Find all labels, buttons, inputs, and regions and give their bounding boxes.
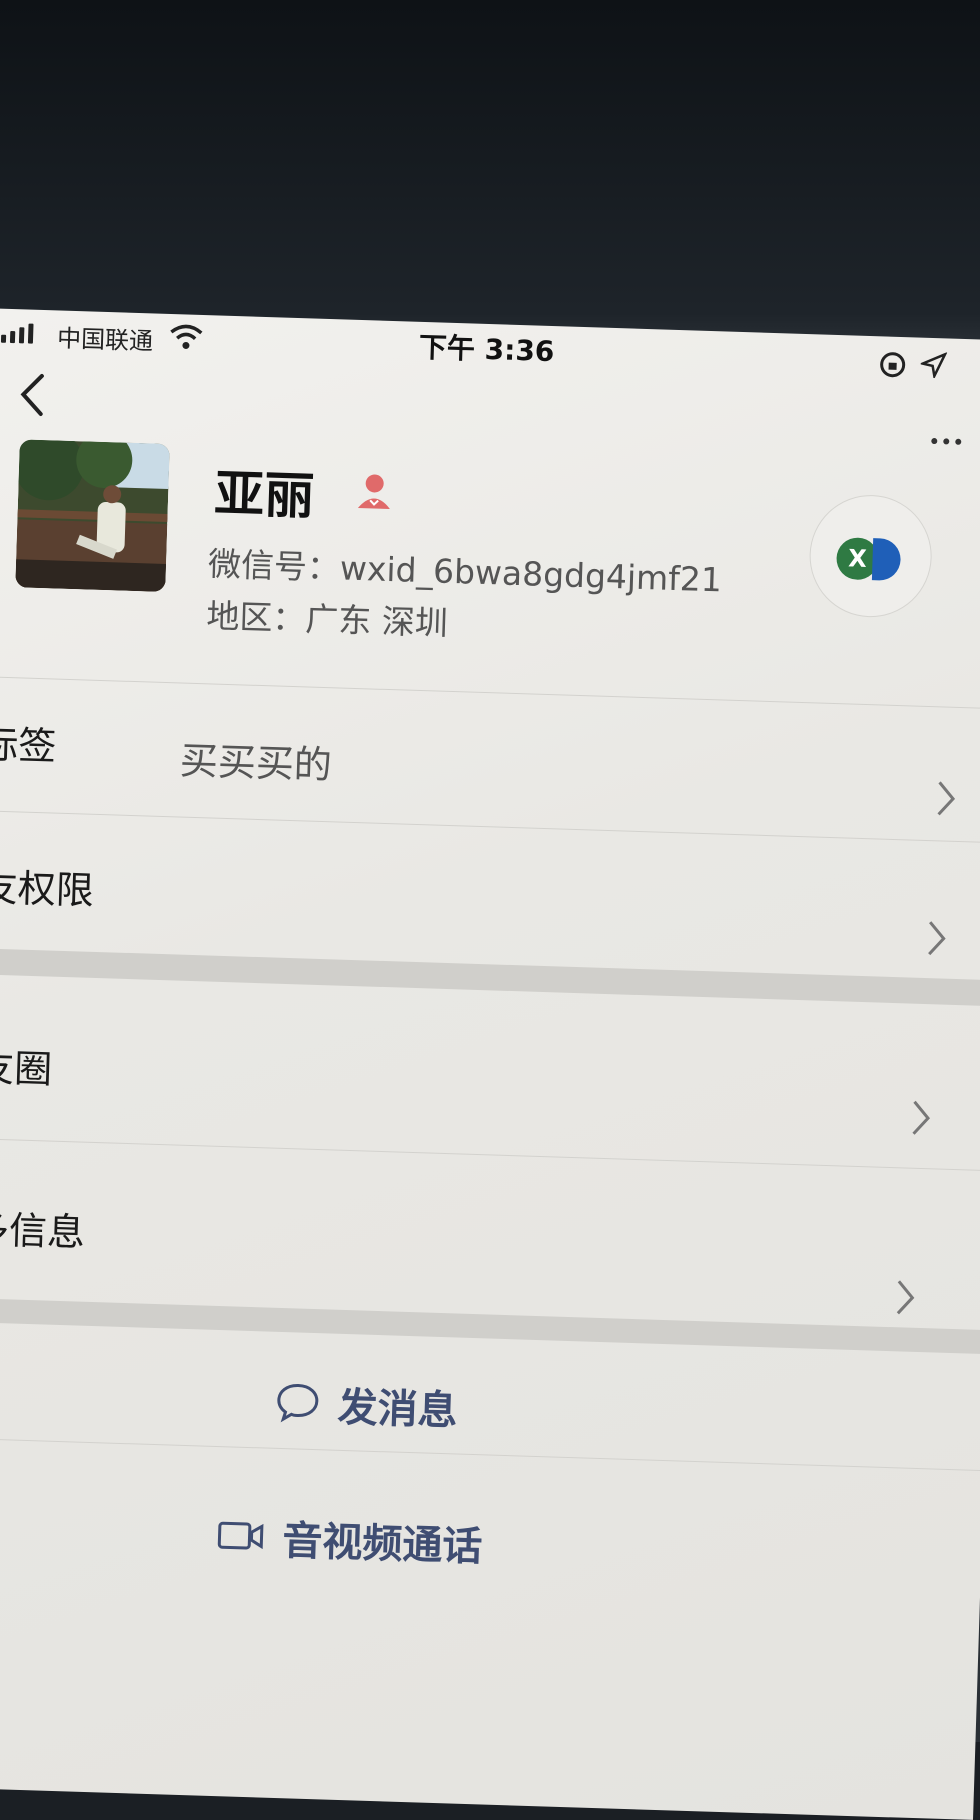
status-right-icons [878,350,948,380]
widget-dot [871,538,902,582]
video-call-button[interactable]: 音视频通话 [216,1506,484,1572]
send-message-button[interactable]: 发消息 [275,1373,459,1437]
tags-value: 买买买的 [179,738,333,788]
rotation-lock-icon [880,352,906,378]
section-gap [0,1297,980,1355]
divider [0,1437,980,1472]
profile-name: 亚丽 [213,464,316,526]
back-button[interactable] [13,369,55,420]
more-options-button[interactable] [931,437,962,445]
avatar[interactable] [15,439,170,592]
chevron-right-icon [912,1100,931,1135]
status-time: 下午 3:36 [418,330,555,369]
location-icon [920,351,948,379]
floating-widget[interactable]: X [808,494,933,618]
chevron-right-icon [928,921,946,956]
video-camera-icon [217,1521,264,1550]
moments-label: 朋友圈 [0,1044,53,1092]
divider [0,675,980,710]
wifi-icon [170,324,203,349]
tags-label: 标签 [0,722,57,769]
friend-permissions-label: 朋友权限 [0,864,95,913]
section-gap [0,947,980,1007]
chevron-right-icon [896,1280,915,1315]
video-call-label: 音视频通话 [281,1518,484,1571]
chevron-right-icon [937,781,956,816]
region: 地区：广东 深圳 [205,596,449,643]
signal-icon [0,323,34,344]
chat-bubble-icon [277,1384,319,1423]
send-message-label: 发消息 [336,1384,459,1435]
phone-screen: 中国联通 下午 3:36 亚丽 微信号：wxid_6bwa8gdg4jmf21 … [0,308,980,1820]
more-info-label: 更多信息 [0,1205,86,1255]
carrier-name: 中国联通 [56,324,154,356]
divider [0,809,980,844]
avatar-photo [15,439,170,592]
female-icon [357,474,390,509]
divider [0,1137,980,1172]
